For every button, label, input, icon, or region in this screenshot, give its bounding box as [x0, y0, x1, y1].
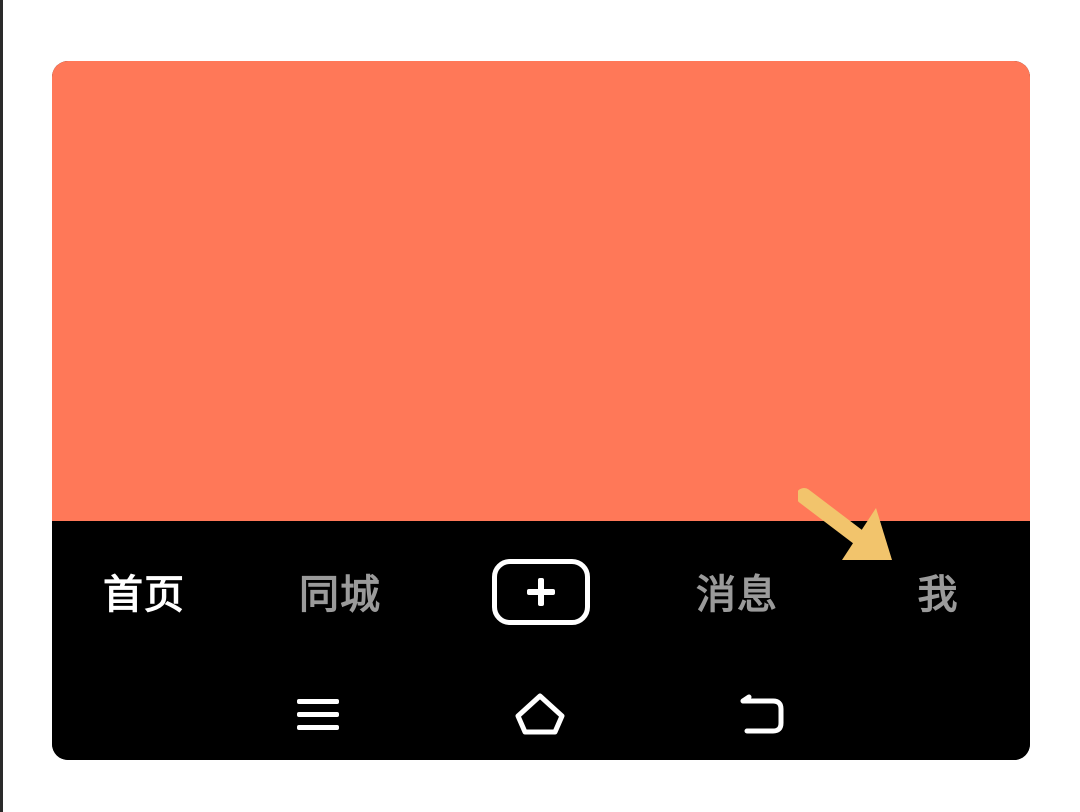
tab-messages-label: 消息	[696, 572, 778, 618]
tab-home-label: 首页	[103, 572, 185, 618]
create-post-button[interactable]	[492, 559, 590, 625]
tab-me[interactable]: 我	[910, 521, 966, 661]
arrow-pointing-icon	[798, 488, 892, 560]
arrow-shaft	[798, 488, 870, 548]
app-screenshot-frame: 首页 同城 消息 我	[52, 61, 1030, 760]
home-outline-icon	[515, 693, 565, 735]
content-area	[52, 61, 1030, 521]
tab-me-label: 我	[917, 572, 959, 618]
system-navigation-bar	[52, 661, 1030, 760]
system-home-button[interactable]	[510, 685, 570, 745]
page-left-border	[0, 0, 3, 812]
tab-nearby-label: 同城	[299, 572, 381, 618]
system-back-button[interactable]	[733, 685, 793, 745]
system-menu-button[interactable]	[288, 685, 348, 745]
plus-icon	[527, 578, 555, 606]
tab-nearby[interactable]: 同城	[288, 521, 392, 661]
back-icon	[740, 694, 784, 734]
tab-home[interactable]: 首页	[92, 521, 196, 661]
tab-messages[interactable]: 消息	[685, 521, 789, 661]
menu-icon	[297, 699, 339, 730]
